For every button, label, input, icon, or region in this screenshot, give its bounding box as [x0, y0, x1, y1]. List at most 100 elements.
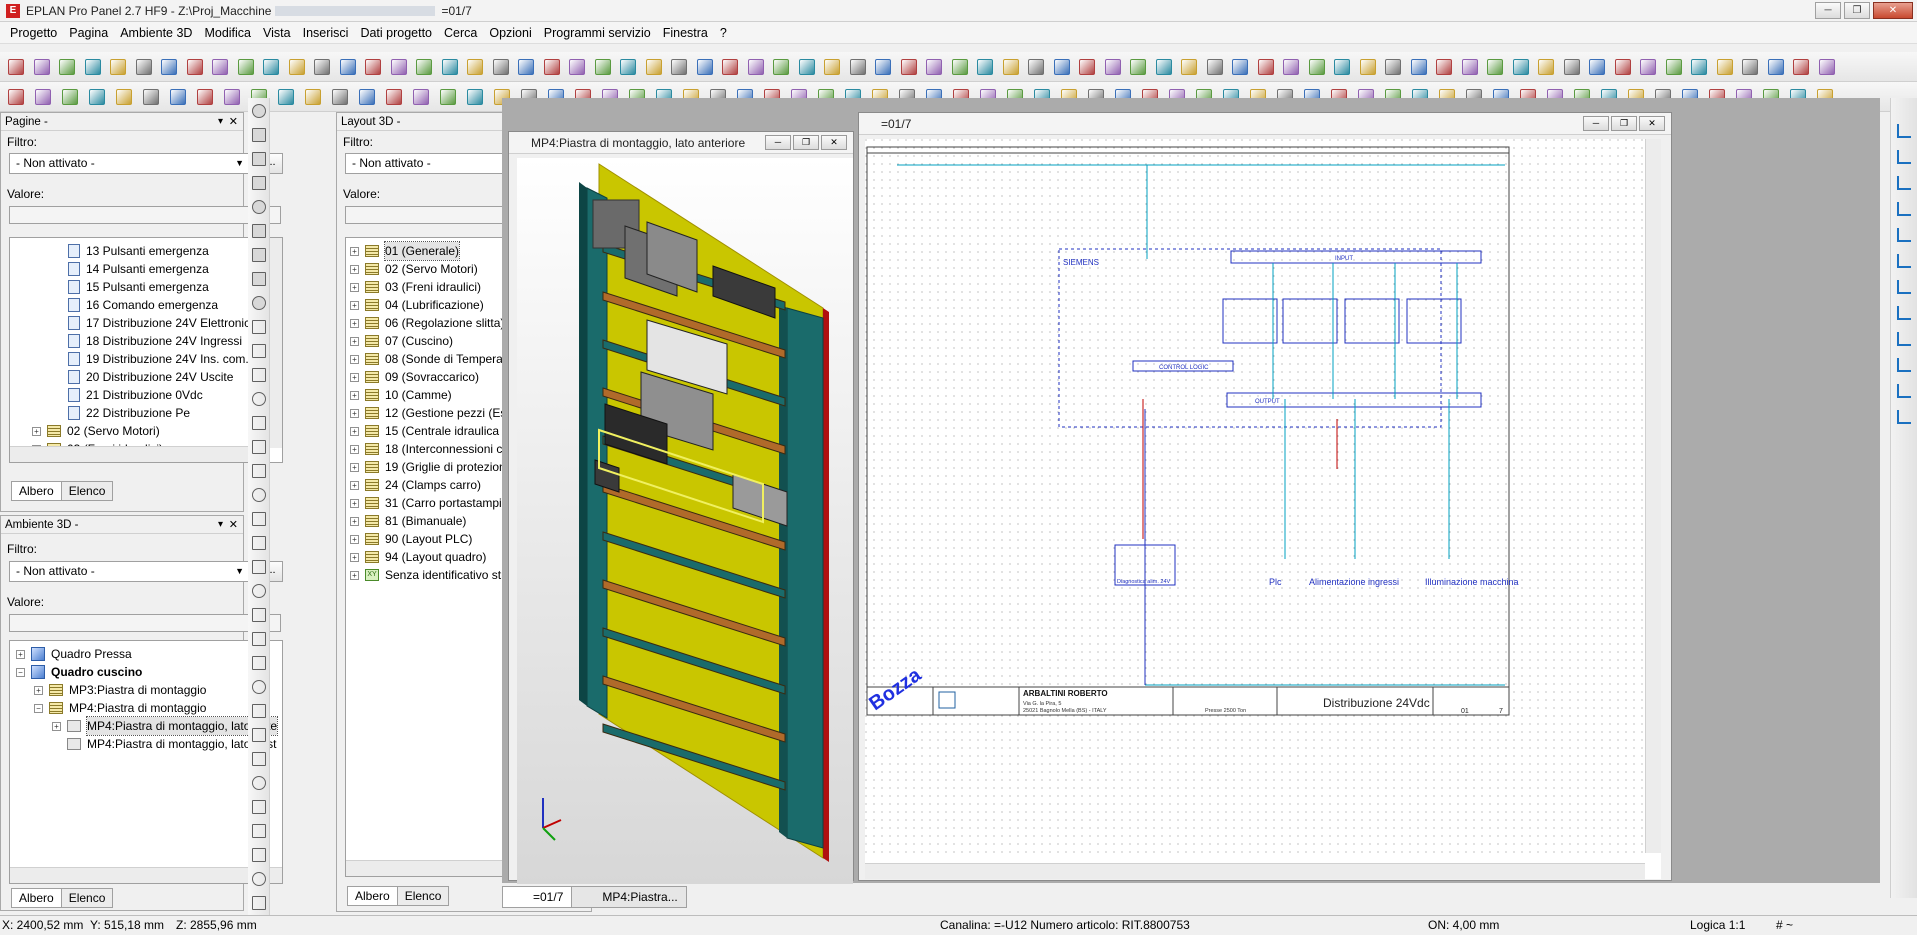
toolbar-button[interactable]: [1640, 59, 1656, 75]
expand-icon[interactable]: +: [350, 426, 359, 436]
toolbar-button[interactable]: [263, 59, 279, 75]
tree-item-plate-side[interactable]: + MP4:Piastra di montaggio, lato ante: [52, 716, 279, 736]
toolbar-button[interactable]: [1742, 59, 1758, 75]
doc-tab-schematic[interactable]: =01/7: [502, 886, 573, 908]
toolbar-button[interactable]: [416, 59, 432, 75]
expand-icon[interactable]: +: [350, 264, 359, 274]
toolbar-button[interactable]: [413, 89, 429, 105]
draw-tool-button[interactable]: [252, 296, 266, 310]
toolbar-button[interactable]: [1079, 59, 1095, 75]
minimize-button[interactable]: ─: [1583, 116, 1609, 131]
draw-tool-button[interactable]: [252, 728, 266, 742]
toolbar-button[interactable]: [1181, 59, 1197, 75]
toolbar-button[interactable]: [1002, 59, 1019, 75]
draw-tool-button[interactable]: [252, 488, 266, 502]
draw-tool-button[interactable]: [252, 824, 266, 838]
draw-tool-button[interactable]: [252, 248, 266, 262]
toolbar-button[interactable]: [1104, 59, 1121, 75]
toolbar-button[interactable]: [197, 89, 213, 105]
toolbar-button[interactable]: [89, 89, 105, 105]
tree-item-structure[interactable]: +09 (Sovraccarico): [350, 368, 479, 386]
toolbar-button[interactable]: [1563, 59, 1580, 75]
connection-symbol-button[interactable]: [1897, 358, 1911, 372]
tree-item-structure[interactable]: +06 (Regolazione slitta): [350, 314, 504, 332]
doc-tab-3d[interactable]: MP4:Piastra...: [571, 886, 687, 908]
draw-tool-button[interactable]: [252, 416, 266, 430]
restore-button[interactable]: ❐: [793, 135, 819, 150]
draw-tool-button[interactable]: [252, 128, 266, 142]
toolbar-button[interactable]: [359, 89, 375, 105]
toolbar-button[interactable]: [1053, 59, 1070, 75]
tree-item-page[interactable]: 19 Distribuzione 24V Ins. com.: [68, 350, 249, 368]
minimize-button[interactable]: ─: [765, 135, 791, 150]
draw-tool-button[interactable]: [252, 680, 266, 694]
draw-tool-button[interactable]: [252, 608, 266, 622]
toolbar-button[interactable]: [1206, 59, 1223, 75]
draw-tool-button[interactable]: [252, 440, 266, 454]
tree-item-cabinet[interactable]: − Quadro cuscino: [16, 663, 142, 681]
toolbar-button[interactable]: [212, 59, 228, 75]
toolbar-button[interactable]: [8, 59, 24, 75]
menu-cerca[interactable]: Cerca: [438, 26, 483, 40]
minimize-button[interactable]: ─: [1815, 2, 1841, 19]
expand-icon[interactable]: +: [350, 498, 359, 508]
toolbar-button[interactable]: [696, 59, 713, 75]
close-icon[interactable]: ✕: [229, 113, 238, 131]
pin-icon[interactable]: ▾: [218, 113, 223, 131]
expand-icon[interactable]: +: [350, 534, 359, 544]
draw-tool-button[interactable]: [252, 104, 266, 118]
toolbar-button[interactable]: [440, 89, 456, 105]
tree-item-structure[interactable]: +03 (Freni idraulici): [350, 278, 481, 296]
tab-elenco[interactable]: Elenco: [396, 886, 450, 906]
toolbar-button[interactable]: [849, 59, 866, 75]
menu-progetto[interactable]: Progetto: [4, 26, 63, 40]
tree-item-page[interactable]: 21 Distribuzione 0Vdc: [68, 386, 203, 404]
draw-tool-button[interactable]: [252, 344, 266, 358]
tree-item-structure[interactable]: +04 (Lubrificazione): [350, 296, 484, 314]
draw-tool-button[interactable]: [252, 320, 266, 334]
expand-icon[interactable]: +: [34, 685, 43, 695]
toolbar-button[interactable]: [467, 59, 483, 75]
toolbar-button[interactable]: [518, 59, 534, 75]
toolbar-button[interactable]: [1487, 59, 1503, 75]
toolbar-button[interactable]: [773, 59, 789, 75]
draw-tool-button[interactable]: [252, 152, 266, 166]
connection-symbol-button[interactable]: [1897, 280, 1911, 294]
draw-tool-button[interactable]: [252, 368, 266, 382]
menu-modifica[interactable]: Modifica: [198, 26, 257, 40]
toolbar-button[interactable]: [135, 59, 152, 75]
expand-icon[interactable]: +: [350, 336, 359, 346]
draw-tool-button[interactable]: [252, 656, 266, 670]
tree-item-structure[interactable]: +94 (Layout quadro): [350, 548, 486, 566]
draw-tool-button[interactable]: [252, 176, 266, 190]
toolbar-button[interactable]: [278, 89, 294, 105]
pin-icon[interactable]: ▾: [218, 516, 223, 534]
close-icon[interactable]: ✕: [229, 516, 238, 534]
toolbar-button[interactable]: [1512, 59, 1529, 75]
toolbar-button[interactable]: [237, 59, 254, 75]
toolbar-button[interactable]: [1589, 59, 1605, 75]
env3d-tree-hscroll[interactable]: [10, 867, 282, 883]
pages-tree-hscroll[interactable]: [10, 446, 268, 462]
menu-inserisci[interactable]: Inserisci: [297, 26, 355, 40]
draw-tool-button[interactable]: [252, 704, 266, 718]
tree-item-plate[interactable]: + MP3:Piastra di montaggio: [34, 681, 206, 699]
toolbar-button[interactable]: [224, 89, 240, 105]
toolbar-button[interactable]: [926, 59, 942, 75]
menu-dati-progetto[interactable]: Dati progetto: [354, 26, 438, 40]
connection-symbol-button[interactable]: [1897, 150, 1911, 164]
tree-item-structure[interactable]: +02 (Servo Motori): [350, 260, 478, 278]
toolbar-button[interactable]: [35, 89, 51, 105]
restore-button[interactable]: ❐: [1844, 2, 1870, 19]
toolbar-button[interactable]: [1538, 59, 1554, 75]
tree-item-cabinet[interactable]: + Quadro Pressa: [16, 645, 132, 663]
tab-albero[interactable]: Albero: [11, 888, 62, 908]
draw-tool-button[interactable]: [252, 224, 266, 238]
toolbar-button[interactable]: [1155, 59, 1172, 75]
toolbar-button[interactable]: [900, 59, 917, 75]
toolbar-button[interactable]: [143, 89, 159, 105]
toolbar-button[interactable]: [1232, 59, 1248, 75]
toolbar-button[interactable]: [1461, 59, 1478, 75]
toolbar-button[interactable]: [161, 59, 177, 75]
connection-symbol-button[interactable]: [1897, 332, 1911, 346]
